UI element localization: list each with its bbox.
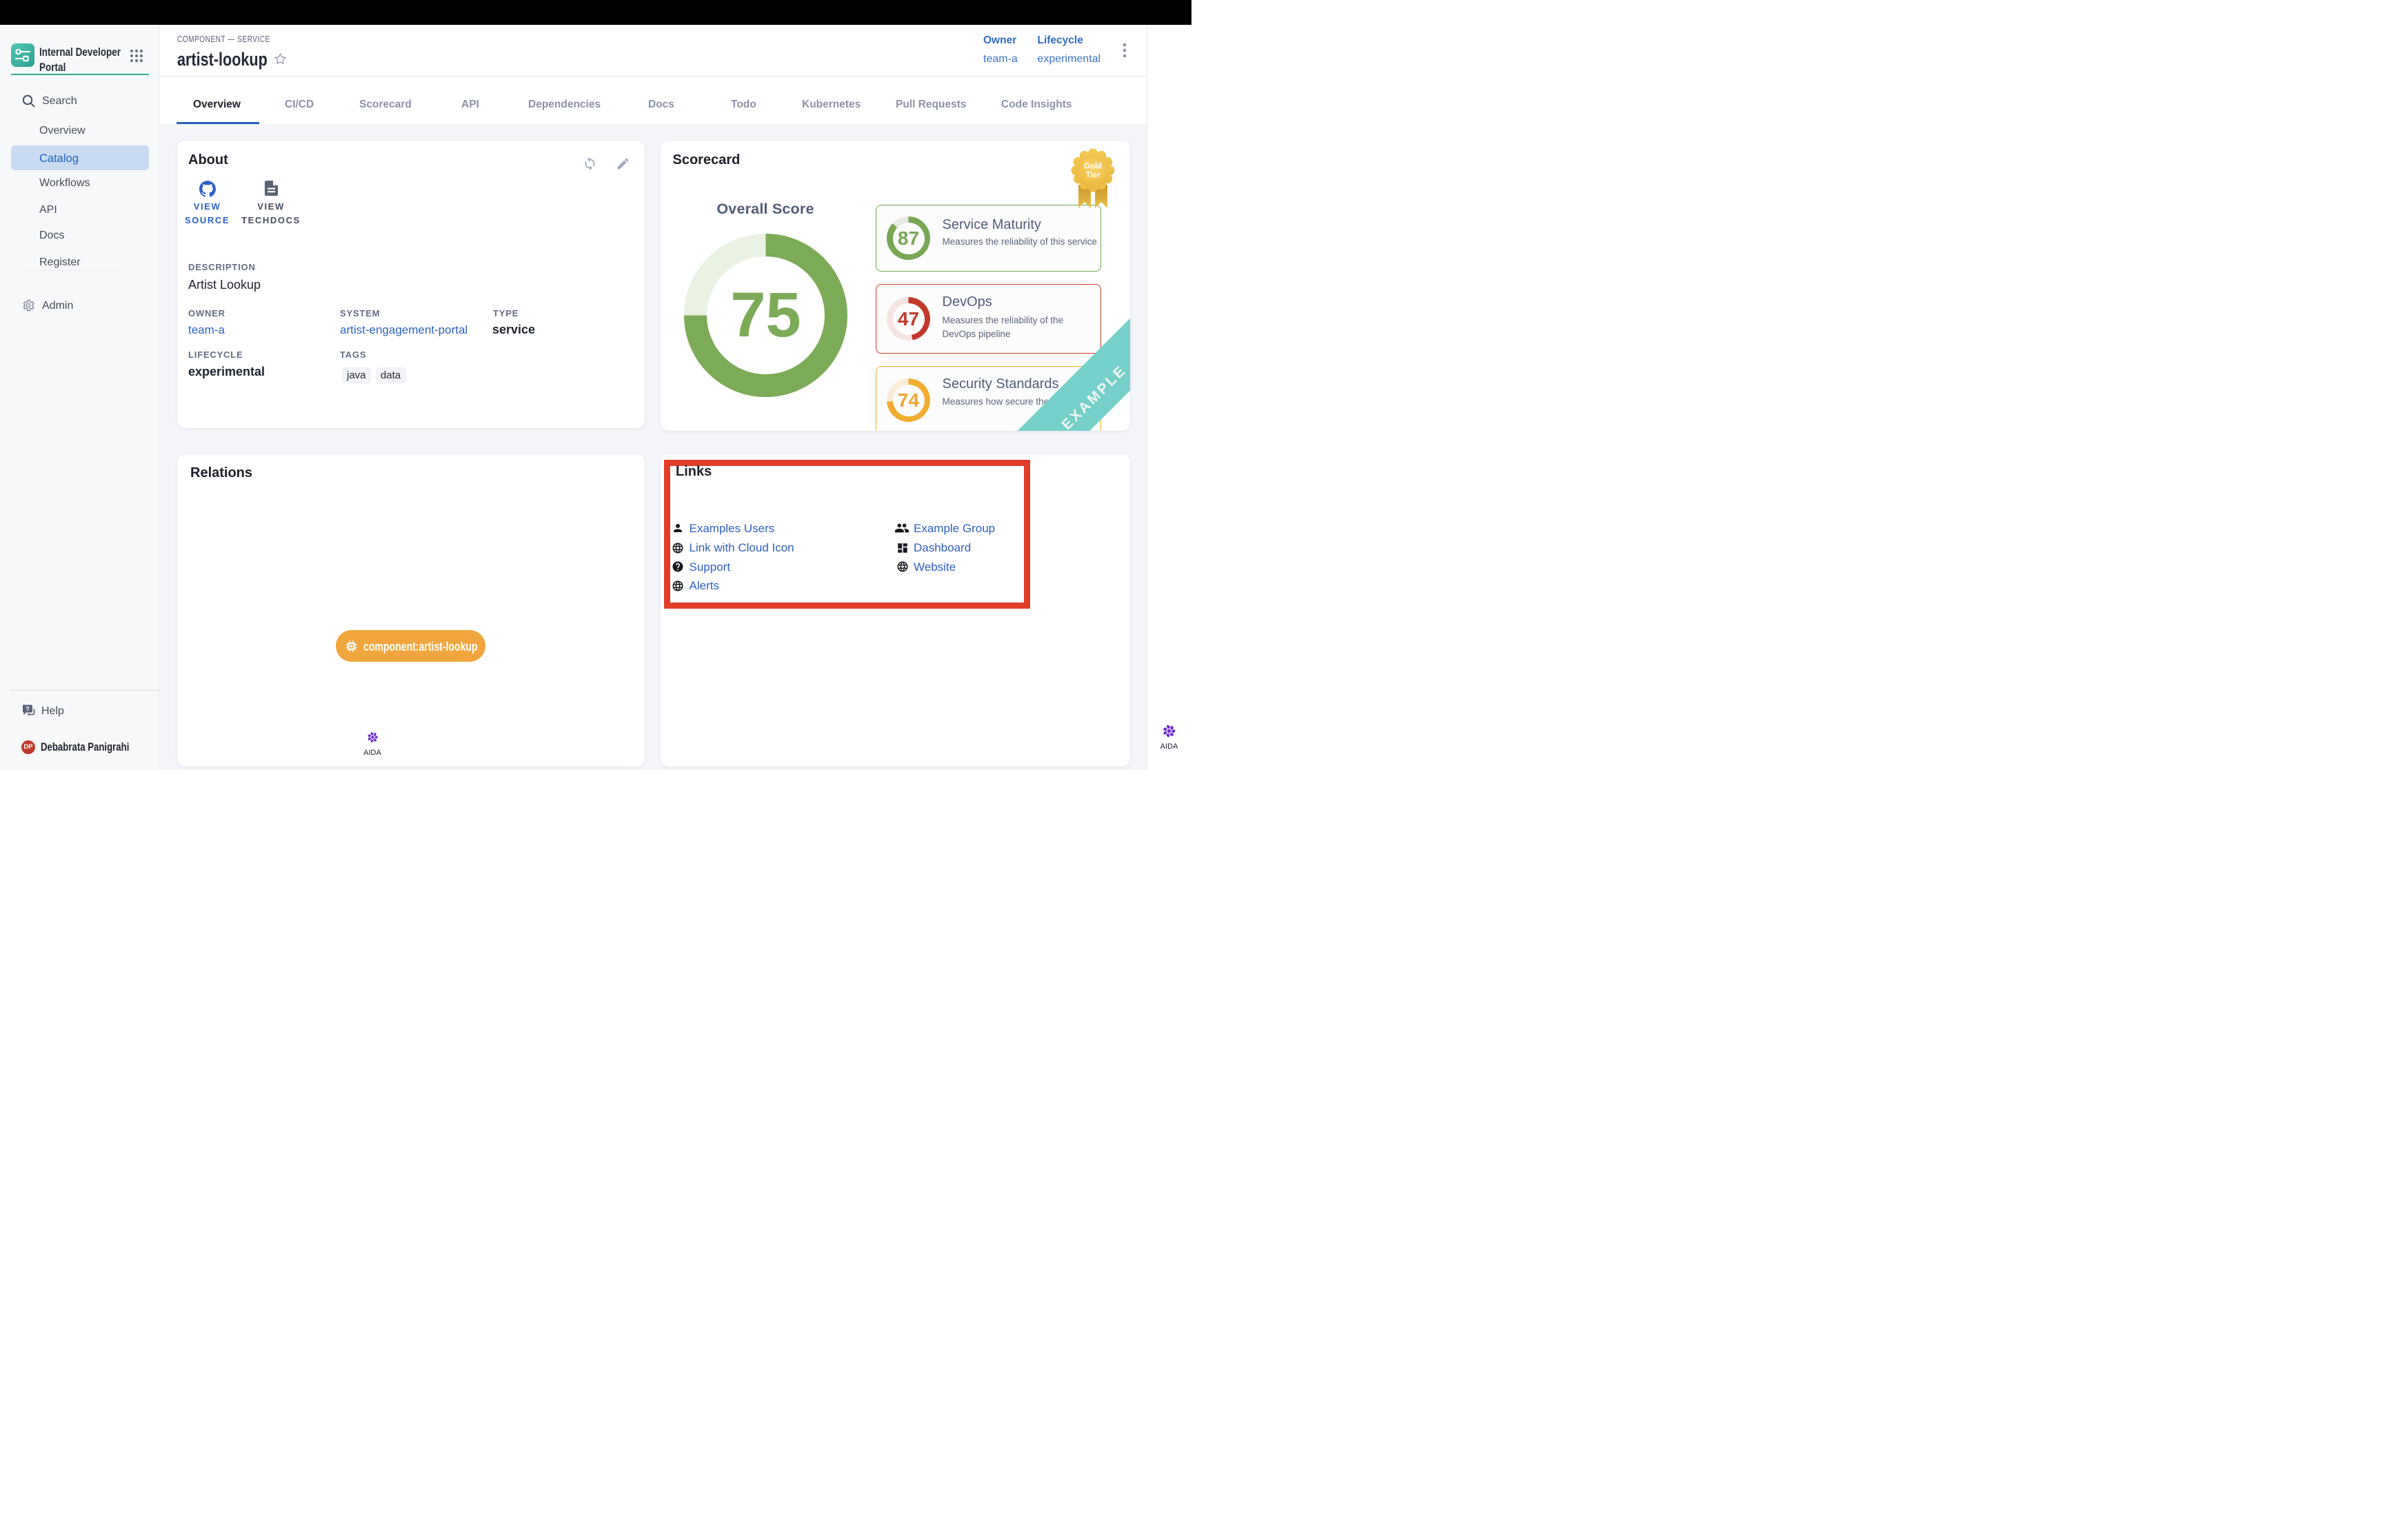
svg-text:Gold: Gold: [1084, 163, 1102, 171]
svg-text:Tier: Tier: [1086, 172, 1100, 180]
svg-text:?: ?: [26, 706, 30, 713]
